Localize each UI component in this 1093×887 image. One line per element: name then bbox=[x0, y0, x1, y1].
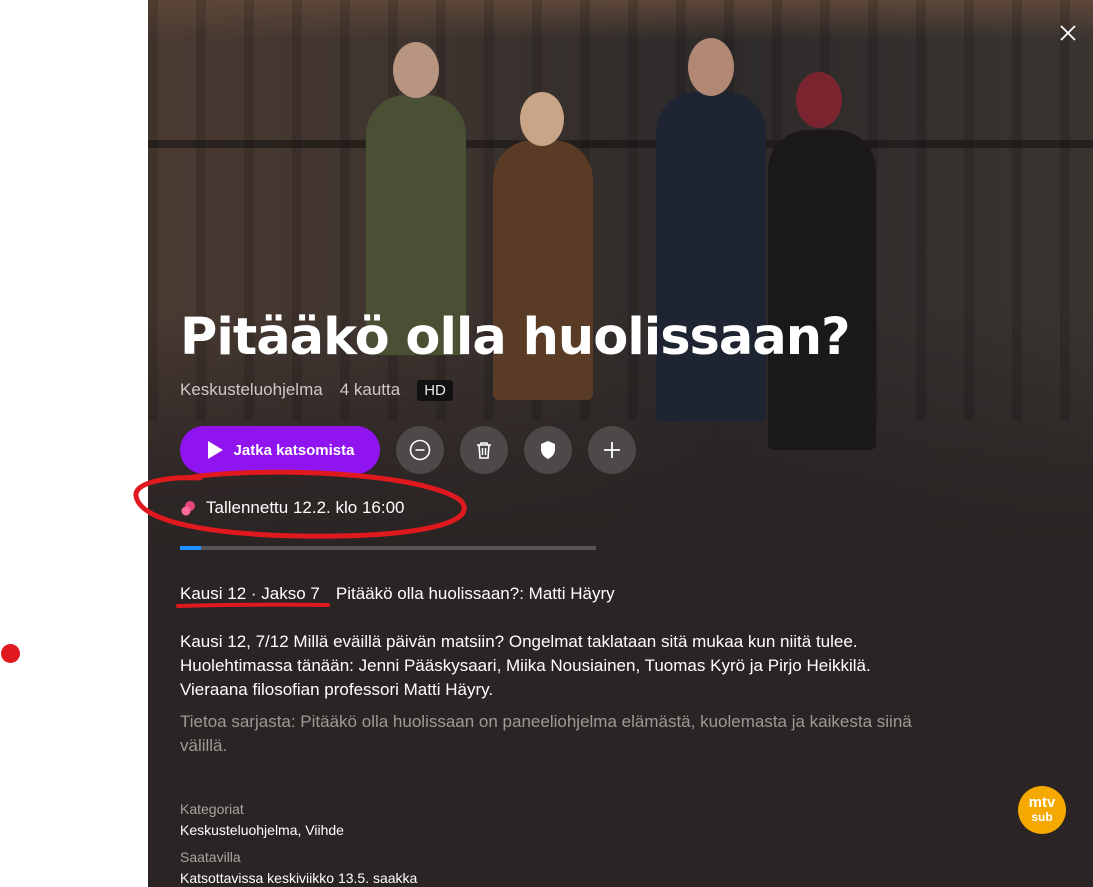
page-title: Pitääkö olla huolissaan? bbox=[180, 308, 851, 367]
logo-line-2: sub bbox=[1031, 810, 1053, 824]
hd-badge: HD bbox=[417, 379, 453, 401]
shield-icon bbox=[541, 441, 555, 459]
categories-label: Kategoriat bbox=[180, 801, 244, 817]
logo-line-1: mtv bbox=[1028, 794, 1056, 811]
categories-value: Keskusteluohjelma, Viihde bbox=[180, 822, 344, 838]
continue-watching-button[interactable]: Jatka katsomista bbox=[180, 426, 380, 474]
minus-circle-icon bbox=[409, 439, 431, 461]
action-bar: Jatka katsomista bbox=[180, 426, 636, 474]
continue-watching-label: Jatka katsomista bbox=[233, 441, 355, 459]
season-episode-label: Kausi 12 · Jakso 7 bbox=[180, 584, 320, 603]
channel-text: 4 kautta bbox=[339, 380, 401, 399]
play-icon bbox=[207, 441, 223, 459]
hero-person bbox=[768, 130, 876, 450]
plus-icon bbox=[604, 442, 620, 458]
close-icon bbox=[1060, 25, 1076, 41]
left-gutter bbox=[0, 0, 148, 887]
protect-recording-button[interactable] bbox=[524, 426, 572, 474]
availability-value: Katsottavissa keskiviikko 13.5. saakka bbox=[180, 870, 418, 886]
close-button[interactable] bbox=[1055, 20, 1081, 46]
genre-text: Keskusteluohjelma bbox=[180, 380, 323, 399]
annotation-red-dot bbox=[1, 644, 20, 663]
show-meta: Keskusteluohjelma 4 kautta HD bbox=[180, 378, 453, 402]
delete-recording-button[interactable] bbox=[460, 426, 508, 474]
watch-progress-fill bbox=[180, 546, 201, 550]
availability-label: Saatavilla bbox=[180, 849, 241, 865]
hero-person bbox=[656, 92, 766, 422]
add-to-list-button[interactable] bbox=[588, 426, 636, 474]
detail-panel: Pitääkö olla huolissaan? Keskusteluohjel… bbox=[148, 0, 1093, 887]
recording-status: Tallennettu 12.2. klo 16:00 bbox=[180, 498, 404, 518]
episode-heading: Kausi 12 · Jakso 7 Pitääkö olla huolissa… bbox=[180, 584, 615, 604]
watch-progress-bar[interactable] bbox=[180, 546, 596, 550]
episode-title: Pitääkö olla huolissaan?: Matti Häyry bbox=[335, 584, 615, 603]
episode-description: Kausi 12, 7/12 Millä eväillä päivän mats… bbox=[180, 632, 871, 699]
recording-dot-icon bbox=[181, 501, 195, 516]
hero-image bbox=[148, 0, 1093, 560]
series-info: Tietoa sarjasta: Pitääkö olla huolissaan… bbox=[180, 712, 912, 755]
recording-status-text: Tallennettu 12.2. klo 16:00 bbox=[206, 498, 405, 517]
trash-icon bbox=[477, 442, 491, 459]
mtv-sub-logo: mtv sub bbox=[1018, 786, 1066, 834]
remove-button[interactable] bbox=[396, 426, 444, 474]
